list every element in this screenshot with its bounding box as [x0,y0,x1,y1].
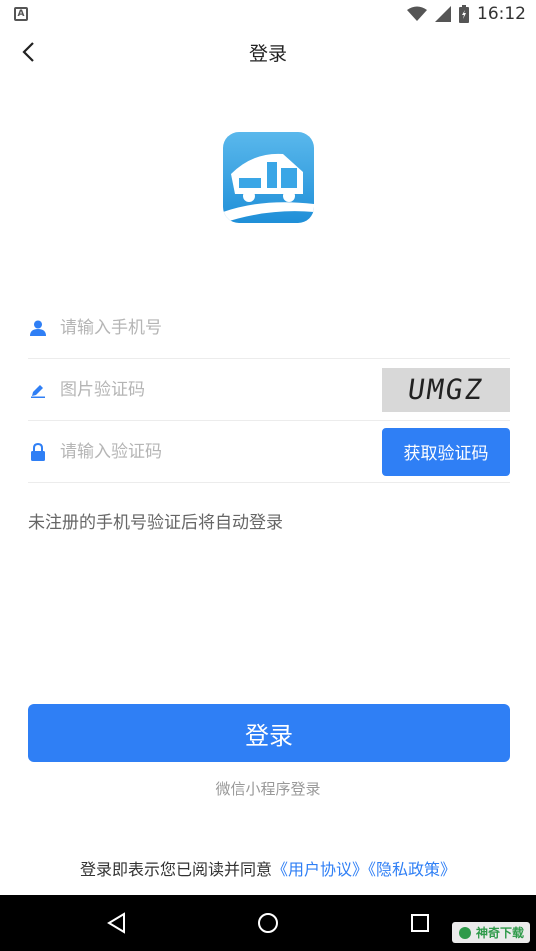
watermark: 神奇下载 [451,922,530,943]
image-code-row: UMGZ [28,359,510,421]
user-icon [28,318,48,338]
app-logo [223,132,314,223]
truck-logo-icon [223,132,314,223]
status-time: 16:12 [477,4,526,24]
triangle-back-icon [107,912,125,934]
system-recents-button[interactable] [400,903,440,943]
login-button[interactable]: 登录 [28,704,510,762]
captcha-image[interactable]: UMGZ [382,367,510,412]
privacy-policy-link[interactable]: 《隐私政策》 [368,860,456,879]
captcha-text: UMGZ [405,373,487,406]
nav-bar: 登录 [0,28,536,76]
status-bar: A 16:12 [0,0,536,28]
sms-code-row: 获取验证码 [28,421,510,483]
status-icons: 16:12 [407,4,526,24]
circle-home-icon [258,913,278,933]
image-code-input[interactable] [60,369,382,410]
wifi-icon [407,6,427,21]
page-title: 登录 [248,42,287,65]
square-recents-icon [411,914,429,932]
edit-icon [28,380,48,400]
back-button[interactable] [12,36,44,68]
auto-register-hint: 未注册的手机号验证后将自动登录 [28,513,283,533]
phone-row [28,297,510,359]
system-back-button[interactable] [96,903,136,943]
notification-a-icon: A [14,7,28,21]
agreement-text: 登录即表示您已阅读并同意《用户协议》《隐私政策》 [0,856,536,880]
wechat-login-link[interactable]: 微信小程序登录 [0,778,536,799]
user-agreement-link[interactable]: 《用户协议》 [272,860,368,879]
chevron-left-icon [22,42,34,62]
watermark-text: 神奇下载 [475,926,524,940]
battery-icon [459,5,469,23]
agreement-prefix: 登录即表示您已阅读并同意 [79,860,272,879]
sms-code-input[interactable] [60,431,382,472]
system-nav-bar: 神奇下载 [0,895,536,951]
get-code-button[interactable]: 获取验证码 [382,427,510,476]
phone-input[interactable] [60,307,510,348]
watermark-logo-icon [458,926,471,939]
system-home-button[interactable] [248,903,288,943]
lock-icon [28,442,48,462]
signal-icon [435,6,451,22]
